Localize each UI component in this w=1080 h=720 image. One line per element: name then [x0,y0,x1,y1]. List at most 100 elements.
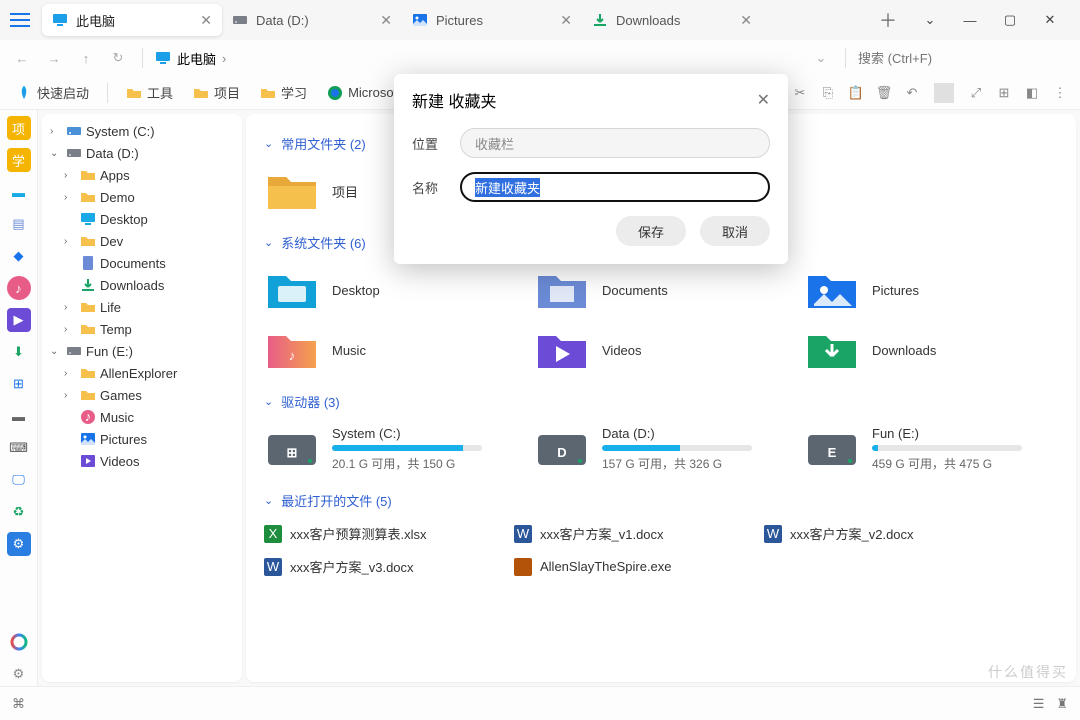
rail-downloads-icon[interactable]: ⬇ [7,340,31,364]
tab-close-icon[interactable]: ✕ [740,12,752,29]
expand-toggle[interactable]: › [64,236,76,247]
expand-toggle[interactable]: ⌄ [50,148,62,159]
expand-toggle[interactable]: › [64,192,76,203]
cancel-button[interactable]: 取消 [700,216,770,246]
more-icon[interactable]: ⋮ [1050,83,1070,103]
chevron-down-icon[interactable]: ⌄ [916,6,944,34]
expand-toggle[interactable]: › [64,324,76,335]
folder-tree[interactable]: ›System (C:)⌄Data (D:)›Apps›DemoDesktop›… [42,114,242,682]
delete-icon[interactable]: 🗑 [874,83,894,103]
rail-favorite-icon[interactable]: 项 [7,116,31,140]
tree-node[interactable]: ›Apps [46,164,238,186]
undo-icon[interactable]: ↶ [902,83,922,103]
search-input[interactable] [858,51,1058,66]
back-button[interactable]: ← [10,46,34,70]
rail-videos-icon[interactable]: ▶ [7,308,31,332]
status-icon[interactable]: ⌘ [12,696,25,712]
menu-button[interactable] [4,4,36,36]
expand-toggle[interactable]: › [64,302,76,313]
bookmark-项目[interactable]: 项目 [187,80,246,105]
rail-pictures-icon[interactable]: ◆ [7,244,31,268]
rail-monitor-icon[interactable]: 🖵 [7,468,31,492]
tree-node[interactable]: Documents [46,252,238,274]
bookmark-学习[interactable]: 学习 [254,80,313,105]
folder-tile[interactable]: Documents [534,266,774,314]
expand-toggle[interactable]: › [64,390,76,401]
tab-close-icon[interactable]: ✕ [380,12,392,29]
save-button[interactable]: 保存 [616,216,686,246]
view-tree-icon[interactable]: ♜ [1056,696,1068,712]
address-bar[interactable]: 此电脑 › [155,49,801,68]
name-input[interactable] [460,172,770,202]
copy-icon[interactable]: ⎘ [818,83,838,103]
minimize-button[interactable]: — [956,6,984,34]
view-list-icon[interactable]: ☰ [1033,696,1045,712]
expand-icon[interactable]: ⤢ [966,83,986,103]
apps-icon[interactable]: ⊞ [994,83,1014,103]
close-button[interactable]: ✕ [1036,6,1064,34]
tree-node[interactable]: ⌄Data (D:) [46,142,238,164]
drive-tile[interactable]: EFun (E:)459 G 可用，共 475 G [804,425,1044,473]
tree-node[interactable]: ›Games [46,384,238,406]
new-tab-button[interactable]: ＋ [872,4,904,36]
rail-recycle-icon[interactable]: ♻ [7,500,31,524]
drive-tile[interactable]: ⊞System (C:)20.1 G 可用，共 150 G [264,425,504,473]
tab-2[interactable]: Pictures✕ [402,4,582,36]
tree-node[interactable]: ›System (C:) [46,120,238,142]
tree-node[interactable]: Downloads [46,274,238,296]
bookmark-工具[interactable]: 工具 [120,80,179,105]
tree-node[interactable]: ›Life [46,296,238,318]
expand-toggle[interactable]: › [50,126,62,137]
forward-button[interactable]: → [42,46,66,70]
rail-desktop-icon[interactable]: ▬ [7,180,31,204]
tree-node[interactable]: Videos [46,450,238,472]
tree-node[interactable]: ›Demo [46,186,238,208]
location-input[interactable] [460,128,770,158]
cut-icon[interactable]: ✂ [790,83,810,103]
tab-1[interactable]: Data (D:)✕ [222,4,402,36]
rail-settings-icon[interactable]: ⚙ [7,662,31,686]
folder-tile[interactable]: Videos [534,326,774,374]
bookmark-快速启动[interactable]: 快速启动 [10,80,95,105]
tree-node[interactable]: ⌄Fun (E:) [46,340,238,362]
drive-tile[interactable]: DData (D:)157 G 可用，共 326 G [534,425,774,473]
up-button[interactable]: ↑ [74,46,98,70]
tree-node[interactable]: ›Temp [46,318,238,340]
recent-file[interactable]: Wxxx客户方案_v1.docx [514,524,734,543]
rail-music-icon[interactable]: ♪ [7,276,31,300]
folder-tile[interactable]: Desktop [264,266,504,314]
folder-tile[interactable]: ♪Music [264,326,504,374]
expand-toggle[interactable]: › [64,368,76,379]
recent-file[interactable]: Wxxx客户方案_v3.docx [264,557,484,576]
rail-control-icon[interactable]: ⚙ [7,532,31,556]
tree-node[interactable]: ›AllenExplorer [46,362,238,384]
dialog-close-button[interactable]: ✕ [757,90,770,110]
tree-node[interactable]: ›Dev [46,230,238,252]
section-drives[interactable]: ⌄驱动器 (3) [264,392,1058,411]
maximize-button[interactable]: ▢ [996,6,1024,34]
rail-circle-icon[interactable] [7,630,31,654]
recent-file[interactable]: AllenSlayTheSpire.exe [514,557,734,576]
rail-documents-icon[interactable]: ▤ [7,212,31,236]
tree-node[interactable]: Pictures [46,428,238,450]
folder-tile[interactable]: Pictures [804,266,1044,314]
paste-icon[interactable]: 📋 [846,83,866,103]
tree-node[interactable]: Desktop [46,208,238,230]
rail-bar-icon[interactable]: ▬ [7,404,31,428]
tab-close-icon[interactable]: ✕ [560,12,572,29]
tab-3[interactable]: Downloads✕ [582,4,762,36]
expand-toggle[interactable]: ⌄ [50,346,62,357]
recent-file[interactable]: Xxxx客户预算测算表.xlsx [264,524,484,543]
expand-toggle[interactable]: › [64,170,76,181]
refresh-button[interactable]: ↻ [106,46,130,70]
tab-0[interactable]: 此电脑✕ [42,4,222,36]
rail-keyboard-icon[interactable]: ⌨ [7,436,31,460]
rail-study-icon[interactable]: 学 [7,148,31,172]
address-dropdown[interactable]: ⌄ [809,46,833,70]
tree-node[interactable]: ♪Music [46,406,238,428]
folder-tile[interactable]: Downloads [804,326,1044,374]
panel-icon[interactable]: ◧ [1022,83,1042,103]
rail-grid-icon[interactable]: ⊞ [7,372,31,396]
recent-file[interactable]: Wxxx客户方案_v2.docx [764,524,984,543]
section-recent[interactable]: ⌄最近打开的文件 (5) [264,491,1058,510]
